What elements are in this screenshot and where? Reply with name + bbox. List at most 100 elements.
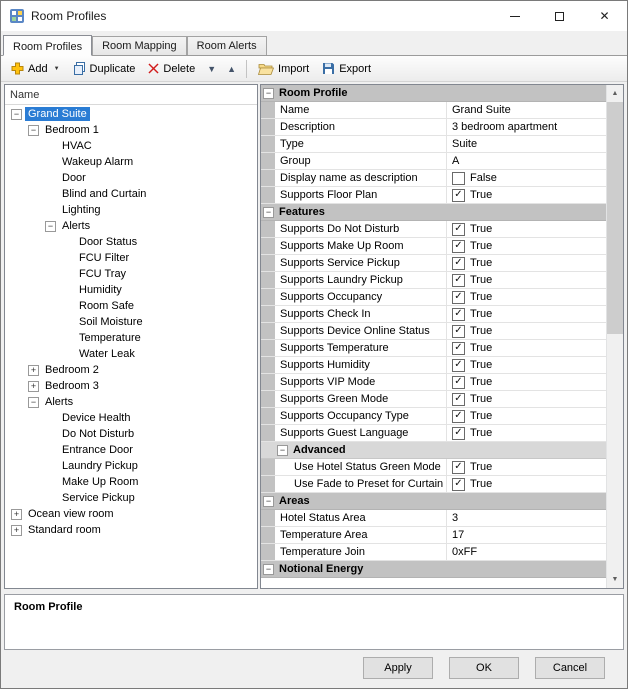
property-label[interactable]: Supports Temperature <box>275 340 447 356</box>
property-value[interactable]: ✓ True <box>447 459 606 476</box>
tree-item-blind-and-curtain[interactable]: Blind and Curtain <box>59 187 149 201</box>
scroll-up-icon[interactable]: ▲ <box>607 85 623 102</box>
property-label[interactable]: Supports Service Pickup <box>275 255 447 271</box>
tree-item-room-safe[interactable]: Room Safe <box>76 299 137 313</box>
checkbox-checked-icon[interactable]: ✓ <box>452 290 465 304</box>
duplicate-button[interactable]: Duplicate <box>67 58 142 80</box>
collapse-toggle-icon[interactable]: − <box>263 87 274 99</box>
checkbox-checked-icon[interactable]: ✓ <box>452 409 465 423</box>
property-label[interactable]: Name <box>275 102 447 118</box>
tree-item-laundry-pickup[interactable]: Laundry Pickup <box>59 459 141 473</box>
property-label[interactable]: Use Hotel Status Green Mode <box>275 459 447 475</box>
add-button[interactable]: Add ▼ <box>5 58 66 80</box>
collapse-toggle-icon[interactable]: − <box>45 220 56 232</box>
property-value[interactable]: A <box>447 153 606 169</box>
apply-button[interactable]: Apply <box>363 657 433 679</box>
property-label[interactable]: Supports Check In <box>275 306 447 322</box>
tree-item-water-leak[interactable]: Water Leak <box>76 347 138 361</box>
property-label[interactable]: Supports Make Up Room <box>275 238 447 254</box>
property-value[interactable]: 3 <box>447 510 606 526</box>
tree-item-fcu-filter[interactable]: FCU Filter <box>76 251 132 265</box>
expand-toggle-icon[interactable]: + <box>11 524 22 536</box>
close-button[interactable]: ✕ <box>582 1 627 31</box>
property-value[interactable]: 0xFF <box>447 544 606 560</box>
tree-item-bedroom-1[interactable]: Bedroom 1 <box>42 123 102 137</box>
property-label[interactable]: Temperature Area <box>275 527 447 543</box>
property-label[interactable]: Display name as description <box>275 170 447 186</box>
property-label[interactable]: Group <box>275 153 447 169</box>
property-value[interactable]: ✓ True <box>447 357 606 374</box>
property-value[interactable]: ✓ True <box>447 391 606 408</box>
checkbox-checked-icon[interactable]: ✓ <box>452 256 465 270</box>
property-label[interactable]: Description <box>275 119 447 135</box>
property-value[interactable]: ✓ True <box>447 221 606 238</box>
property-label[interactable]: Supports VIP Mode <box>275 374 447 390</box>
property-label[interactable]: Supports Guest Language <box>275 425 447 441</box>
property-value[interactable]: ✓ True <box>447 255 606 272</box>
tab-room-alerts[interactable]: Room Alerts <box>186 36 267 55</box>
checkbox-checked-icon[interactable]: ✓ <box>452 392 465 406</box>
expand-toggle-icon[interactable]: + <box>28 380 39 392</box>
cancel-button[interactable]: Cancel <box>535 657 605 679</box>
property-label[interactable]: Supports Laundry Pickup <box>275 272 447 288</box>
property-value[interactable]: Grand Suite <box>447 102 606 118</box>
expand-toggle-icon[interactable]: + <box>11 508 22 520</box>
property-value[interactable]: ✓ True <box>447 306 606 323</box>
collapse-toggle-icon[interactable]: − <box>11 108 22 120</box>
property-value[interactable]: 3 bedroom apartment <box>447 119 606 135</box>
collapse-toggle-icon[interactable]: − <box>28 124 39 136</box>
expand-toggle-icon[interactable]: + <box>28 364 39 376</box>
property-label[interactable]: Supports Do Not Disturb <box>275 221 447 237</box>
delete-button[interactable]: Delete <box>142 58 201 80</box>
add-dropdown-icon[interactable]: ▼ <box>54 66 60 72</box>
tree-item-standard-room[interactable]: Standard room <box>25 523 104 537</box>
scrollbar-thumb[interactable] <box>607 102 623 334</box>
checkbox-checked-icon[interactable]: ✓ <box>452 188 465 202</box>
checkbox-checked-icon[interactable]: ✓ <box>452 375 465 389</box>
collapse-toggle-icon[interactable]: − <box>263 563 274 575</box>
property-label[interactable]: Supports Device Online Status <box>275 323 447 339</box>
property-value[interactable]: 17 <box>447 527 606 543</box>
tree-item-ocean-view-room[interactable]: Ocean view room <box>25 507 117 521</box>
checkbox-checked-icon[interactable]: ✓ <box>452 426 465 440</box>
tree-item-entrance-door[interactable]: Entrance Door <box>59 443 136 457</box>
tree-item-bedroom-2[interactable]: Bedroom 2 <box>42 363 102 377</box>
tree-item-hvac[interactable]: HVAC <box>59 139 95 153</box>
property-value[interactable]: Suite <box>447 136 606 152</box>
checkbox-checked-icon[interactable]: ✓ <box>452 341 465 355</box>
collapse-toggle-icon[interactable]: − <box>263 206 274 218</box>
tree-item-do-not-disturb[interactable]: Do Not Disturb <box>59 427 137 441</box>
collapse-toggle-icon[interactable]: − <box>28 396 39 408</box>
tree-item-device-health[interactable]: Device Health <box>59 411 133 425</box>
tree-item-fcu-tray[interactable]: FCU Tray <box>76 267 129 281</box>
checkbox-checked-icon[interactable]: ✓ <box>452 460 465 474</box>
maximize-button[interactable] <box>537 1 582 31</box>
tree-item-door-status[interactable]: Door Status <box>76 235 140 249</box>
property-label[interactable]: Supports Floor Plan <box>275 187 447 203</box>
tree-item-humidity[interactable]: Humidity <box>76 283 125 297</box>
property-label[interactable]: Temperature Join <box>275 544 447 560</box>
tree-item-grand-suite[interactable]: Grand Suite <box>25 107 90 121</box>
tree-item-temperature[interactable]: Temperature <box>76 331 144 345</box>
property-value[interactable]: ✓ True <box>447 425 606 442</box>
property-value[interactable]: ✓ True <box>447 408 606 425</box>
tree-item-bedroom-3[interactable]: Bedroom 3 <box>42 379 102 393</box>
checkbox-checked-icon[interactable]: ✓ <box>452 307 465 321</box>
checkbox-checked-icon[interactable]: ✓ <box>452 324 465 338</box>
import-button[interactable]: Import <box>252 58 315 80</box>
checkbox-checked-icon[interactable]: ✓ <box>452 358 465 372</box>
checkbox-checked-icon[interactable]: ✓ <box>452 222 465 236</box>
checkbox-checked-icon[interactable]: ✓ <box>452 477 465 491</box>
property-value[interactable]: ✓ True <box>447 187 606 204</box>
property-label[interactable]: Supports Humidity <box>275 357 447 373</box>
property-label[interactable]: Supports Occupancy <box>275 289 447 305</box>
property-value[interactable]: ✓ True <box>447 340 606 357</box>
tree-item-wakeup-alarm[interactable]: Wakeup Alarm <box>59 155 136 169</box>
property-value[interactable]: ✓ True <box>447 289 606 306</box>
property-value[interactable]: ✓ True <box>447 272 606 289</box>
tree-item-service-pickup[interactable]: Service Pickup <box>59 491 138 505</box>
tab-room-mapping[interactable]: Room Mapping <box>92 36 187 55</box>
move-up-button[interactable]: ▲ <box>222 58 241 80</box>
checkbox-checked-icon[interactable]: ✓ <box>452 239 465 253</box>
property-label[interactable]: Supports Occupancy Type <box>275 408 447 424</box>
